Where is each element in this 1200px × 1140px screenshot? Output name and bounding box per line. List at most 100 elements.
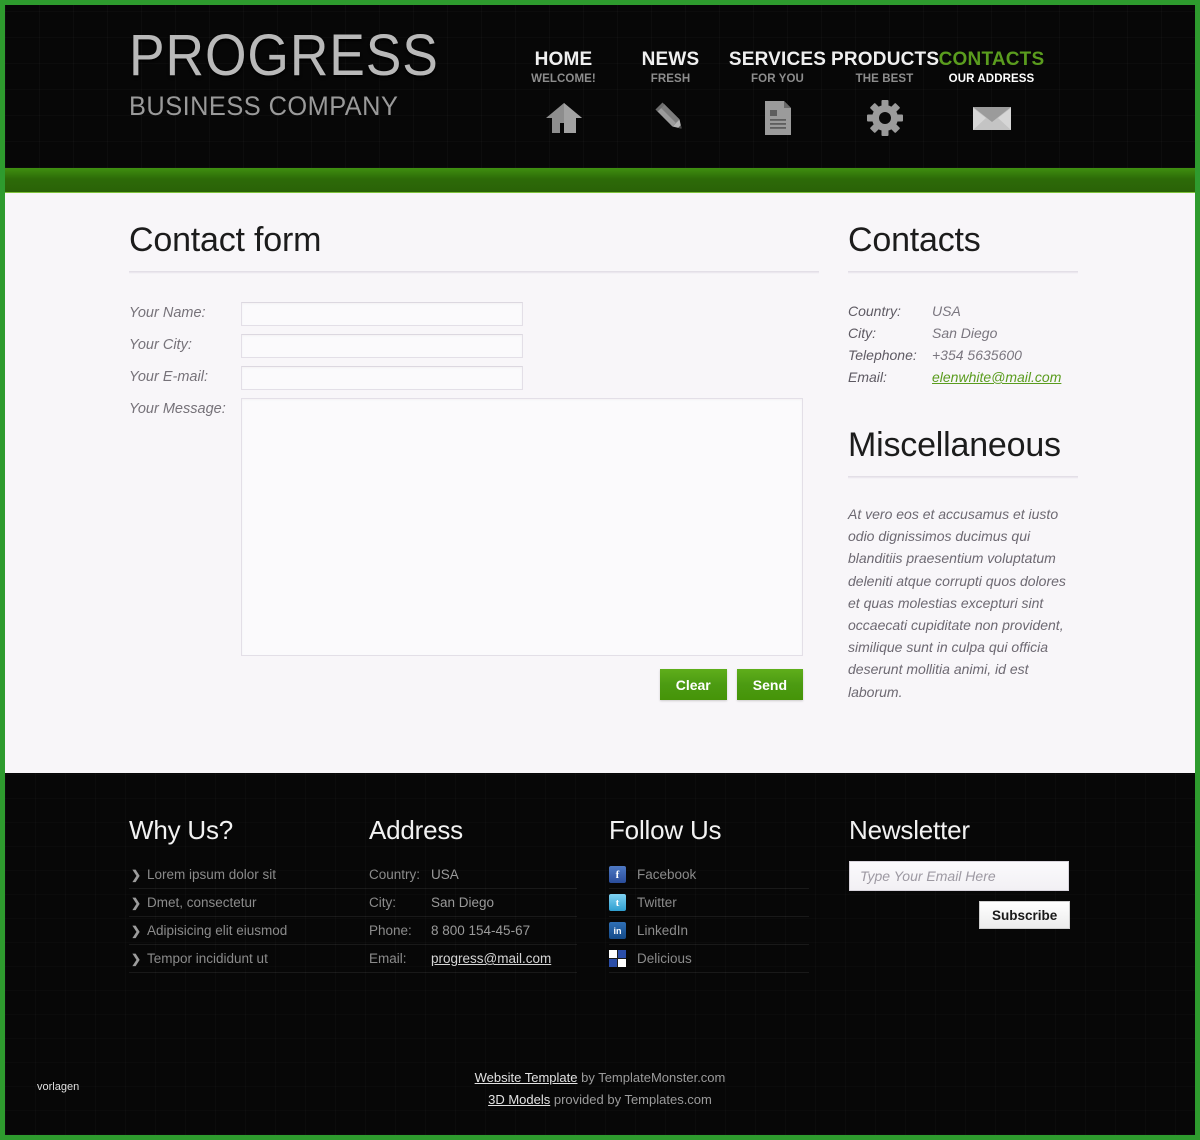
logo-sub-text: BUSINESS COMPANY bbox=[129, 91, 399, 121]
contact-form: Your Name: Your City: Your E-mail: Your … bbox=[129, 302, 819, 700]
main-content: Contact form Your Name: Your City: Your … bbox=[5, 193, 1195, 773]
footer-credits: Website Template by TemplateMonster.com … bbox=[5, 1067, 1195, 1111]
delicious-icon bbox=[609, 950, 626, 967]
gear-icon bbox=[831, 99, 938, 137]
list-item[interactable]: ❯ Tempor incididunt ut bbox=[129, 945, 369, 973]
contacts-divider bbox=[848, 271, 1078, 274]
contact-key: Email: bbox=[848, 369, 887, 385]
social-label: LinkedIn bbox=[637, 923, 689, 938]
site-footer: Why Us? ❯ Lorem ipsum dolor sit ❯ Dmet, … bbox=[5, 773, 1195, 1135]
form-row-city: Your City: bbox=[129, 334, 819, 358]
social-link-delicious[interactable]: Delicious bbox=[609, 945, 809, 973]
why-item-label: Tempor incididunt ut bbox=[147, 951, 268, 966]
3d-models-link[interactable]: 3D Models bbox=[488, 1092, 550, 1107]
chevron-right-icon: ❯ bbox=[131, 924, 142, 938]
credit-line-2: 3D Models provided by Templates.com bbox=[5, 1089, 1195, 1111]
website-template-link[interactable]: Website Template bbox=[475, 1070, 578, 1085]
address-key: Phone: bbox=[369, 923, 412, 938]
newsletter-title: Newsletter bbox=[849, 815, 970, 845]
credit-line-1: Website Template by TemplateMonster.com bbox=[5, 1067, 1195, 1089]
pencil-icon bbox=[617, 99, 724, 137]
follow-us-title: Follow Us bbox=[609, 815, 722, 845]
email-input[interactable] bbox=[241, 366, 523, 390]
site-header: PROGRESS BUSINESS COMPANY HOME WELCOME! … bbox=[5, 5, 1195, 168]
nav-item-home[interactable]: HOME WELCOME! bbox=[510, 50, 617, 137]
nav-item-services[interactable]: SERVICES FOR YOU bbox=[724, 50, 831, 137]
social-link-facebook[interactable]: f Facebook bbox=[609, 861, 809, 889]
site-logo[interactable]: PROGRESS BUSINESS COMPANY bbox=[129, 27, 466, 120]
list-item[interactable]: ❯ Dmet, consectetur bbox=[129, 889, 369, 917]
credit-text-2: provided by Templates.com bbox=[550, 1092, 712, 1107]
name-input[interactable] bbox=[241, 302, 523, 326]
address-key: Country: bbox=[369, 867, 421, 882]
contact-row: Country: USA bbox=[848, 300, 1078, 322]
sidebar-column: Contacts Country: USA City: San Diego Te… bbox=[848, 221, 1078, 703]
credit-text-1: by TemplateMonster.com bbox=[577, 1070, 726, 1085]
address-value: USA bbox=[431, 867, 459, 882]
page-root: PROGRESS BUSINESS COMPANY HOME WELCOME! … bbox=[0, 0, 1200, 1140]
footer-email-link[interactable]: progress@mail.com bbox=[431, 951, 551, 966]
why-item-label: Dmet, consectetur bbox=[147, 895, 257, 910]
contact-key: Telephone: bbox=[848, 347, 917, 363]
nav-item-news[interactable]: NEWS FRESH bbox=[617, 50, 724, 137]
nav-item-subtitle: FRESH bbox=[650, 73, 691, 85]
form-label-email: Your E-mail: bbox=[129, 369, 208, 385]
list-item[interactable]: ❯ Adipisicing elit eiusmod bbox=[129, 917, 369, 945]
nav-item-products[interactable]: PRODUCTS THE BEST bbox=[831, 49, 940, 137]
chevron-right-icon: ❯ bbox=[131, 868, 142, 882]
green-divider-bar bbox=[5, 168, 1195, 193]
list-item[interactable]: ❯ Lorem ipsum dolor sit bbox=[129, 861, 369, 889]
form-row-name: Your Name: bbox=[129, 302, 819, 326]
chevron-right-icon: ❯ bbox=[131, 952, 142, 966]
main-navigation: HOME WELCOME! NEWS FRESH SERVICES FOR YO… bbox=[510, 50, 1045, 137]
contact-key: Country: bbox=[848, 303, 901, 319]
page-title: Contact form bbox=[129, 221, 322, 259]
contact-key: City: bbox=[848, 325, 876, 341]
send-button[interactable]: Send bbox=[736, 669, 803, 700]
why-us-title: Why Us? bbox=[129, 815, 234, 845]
miscellaneous-text: At vero eos et accusamus et iusto odio d… bbox=[848, 506, 1066, 700]
footer-follow-us: Follow Us f Facebook t Twitter in Linked… bbox=[609, 815, 849, 973]
footer-address: Address Country: USA City: San Diego Pho… bbox=[369, 815, 609, 973]
address-value: San Diego bbox=[431, 895, 495, 910]
contact-row: Email: elenwhite@mail.com bbox=[848, 366, 1078, 388]
table-row: Email: progress@mail.com bbox=[369, 945, 577, 973]
miscellaneous-divider bbox=[848, 476, 1078, 479]
twitter-icon: t bbox=[609, 894, 626, 911]
nav-item-contacts[interactable]: CONTACTS OUR ADDRESS bbox=[938, 50, 1045, 137]
social-link-linkedin[interactable]: in LinkedIn bbox=[609, 917, 809, 945]
nav-item-subtitle: OUR ADDRESS bbox=[948, 73, 1035, 85]
address-key: Email: bbox=[369, 951, 407, 966]
nav-item-title: PRODUCTS bbox=[831, 49, 940, 70]
table-row: City: San Diego bbox=[369, 889, 577, 917]
title-divider bbox=[129, 271, 819, 274]
contact-form-column: Contact form Your Name: Your City: Your … bbox=[129, 221, 819, 700]
contact-email-link[interactable]: elenwhite@mail.com bbox=[932, 366, 1061, 388]
form-label-name: Your Name: bbox=[129, 305, 206, 321]
subscribe-button[interactable]: Subscribe bbox=[979, 901, 1071, 929]
address-value: 8 800 154-45-67 bbox=[431, 923, 531, 938]
logo-main-text: PROGRESS bbox=[129, 23, 439, 88]
home-icon bbox=[510, 99, 617, 137]
contact-value: +354 5635600 bbox=[932, 347, 1022, 363]
contacts-list: Country: USA City: San Diego Telephone: … bbox=[848, 300, 1078, 388]
newsletter-email-input[interactable] bbox=[849, 861, 1069, 891]
nav-item-title: CONTACTS bbox=[938, 49, 1045, 70]
social-label: Twitter bbox=[637, 895, 677, 910]
city-input[interactable] bbox=[241, 334, 523, 358]
table-row: Phone: 8 800 154-45-67 bbox=[369, 917, 577, 945]
form-actions: Clear Send bbox=[129, 669, 803, 700]
social-label: Delicious bbox=[637, 951, 692, 966]
nav-item-title: HOME bbox=[534, 49, 593, 70]
clear-button[interactable]: Clear bbox=[659, 669, 727, 700]
contact-row: Telephone: +354 5635600 bbox=[848, 344, 1078, 366]
footer-newsletter: Newsletter Subscribe bbox=[849, 815, 1089, 973]
social-link-twitter[interactable]: t Twitter bbox=[609, 889, 809, 917]
linkedin-icon: in bbox=[609, 922, 626, 939]
message-textarea[interactable] bbox=[241, 398, 803, 656]
document-icon bbox=[724, 99, 831, 137]
address-key: City: bbox=[369, 895, 396, 910]
nav-item-subtitle: WELCOME! bbox=[531, 73, 596, 85]
form-row-email: Your E-mail: bbox=[129, 366, 819, 390]
contact-value: San Diego bbox=[932, 325, 998, 341]
